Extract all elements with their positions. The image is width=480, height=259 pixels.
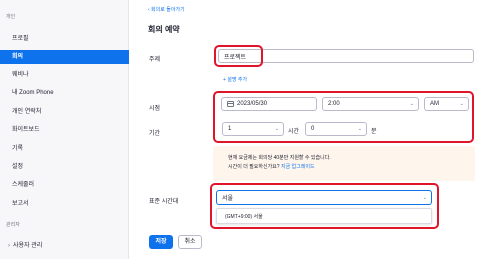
ampm-select[interactable]: AM ⌄: [424, 97, 469, 111]
topic-label: 주제: [149, 57, 161, 63]
chevron-down-icon: ⌄: [274, 126, 279, 132]
duration-label: 기간: [149, 131, 161, 137]
time-select[interactable]: 2:00 ⌄: [322, 97, 419, 111]
chevron-down-icon: ⌄: [409, 101, 414, 107]
when-label: 시점: [149, 106, 161, 112]
timezone-label: 표준 시간대: [149, 199, 179, 205]
topic-value: 프로젝트: [224, 54, 247, 61]
sidebar-item-label: 프로필: [12, 36, 29, 42]
sidebar-item-label: 사용자 관리: [13, 243, 43, 249]
chevron-down-icon: ⌄: [357, 126, 362, 132]
sidebar-item-label: 회의: [12, 54, 24, 60]
notice-text: 현재 요금제는 회의당 40분만 지원할 수 있습니다.: [228, 155, 331, 161]
sidebar-section-admin: 관리자: [6, 222, 20, 228]
page-title: 회의 예약: [148, 25, 180, 34]
sidebar-item-user-management[interactable]: › 사용자 관리: [8, 240, 42, 249]
upgrade-link[interactable]: 지금 업그레이드: [281, 164, 315, 170]
sidebar-section-personal: 개인: [6, 14, 16, 20]
add-description-link[interactable]: + 설명 추가: [223, 76, 247, 83]
ampm-value: AM: [430, 101, 439, 107]
sidebar-item-zoom-phone[interactable]: 내 Zoom Phone: [0, 86, 129, 100]
sidebar-item-label: 개인 연락처: [12, 109, 42, 115]
sidebar-item-meetings[interactable]: 회의: [0, 50, 129, 64]
cancel-button[interactable]: 취소: [178, 235, 202, 249]
sidebar-item-settings[interactable]: 설정: [0, 160, 129, 174]
topic-input[interactable]: 프로젝트: [218, 49, 474, 63]
sidebar-item-label: 보고서: [12, 201, 29, 207]
sidebar-item-webinars[interactable]: 웨비나: [0, 68, 129, 82]
sidebar-item-profile[interactable]: 프로필: [0, 32, 129, 46]
timezone-input-value: 서울: [222, 196, 234, 202]
save-button[interactable]: 저장: [149, 235, 173, 249]
chevron-right-icon: ›: [8, 243, 10, 249]
sidebar-item-personal-contacts[interactable]: 개인 연락처: [0, 105, 129, 119]
sidebar-item-label: 화이트보드: [12, 127, 40, 133]
calendar-icon: [227, 101, 234, 107]
timezone-input[interactable]: 서울 ⌄: [216, 190, 432, 205]
timezone-option[interactable]: (GMT+9:00) 서울: [216, 208, 432, 224]
time-value: 2:00: [328, 101, 340, 107]
minutes-unit: 분: [371, 129, 377, 135]
notice-text: 시간이 더 필요하신가요?: [228, 164, 280, 170]
chevron-down-icon: ⌄: [459, 101, 464, 107]
sidebar-item-recordings[interactable]: 기록: [0, 142, 129, 156]
plan-limit-notice: 현재 요금제는 회의당 40분만 지원할 수 있습니다. 시간이 더 필요하신가…: [213, 146, 475, 181]
duration-minutes-select[interactable]: 0 ⌄: [305, 122, 367, 136]
date-picker[interactable]: 2023/05/30: [221, 97, 317, 111]
sidebar: 개인 프로필 회의 웨비나 내 Zoom Phone 개인 연락처 화이트보드 …: [0, 0, 129, 259]
duration-minutes-value: 0: [311, 126, 315, 132]
sidebar-item-scheduler[interactable]: 스케줄러: [0, 178, 129, 192]
sidebar-item-label: 웨비나: [12, 72, 29, 78]
sidebar-item-label: 기록: [12, 146, 24, 152]
chevron-down-icon: ⌄: [422, 194, 427, 201]
sidebar-item-label: 내 Zoom Phone: [12, 90, 54, 96]
hours-unit: 시간: [288, 129, 300, 135]
sidebar-item-reports[interactable]: 보고서: [0, 197, 129, 211]
date-value: 2023/05/30: [237, 101, 268, 107]
back-to-meetings-link[interactable]: ‹ 회의로 돌아가기: [148, 6, 185, 13]
sidebar-item-label: 스케줄러: [12, 182, 35, 188]
sidebar-item-label: 설정: [12, 164, 24, 170]
sidebar-item-whiteboards[interactable]: 화이트보드: [0, 123, 129, 137]
duration-hours-value: 1: [228, 126, 232, 132]
duration-hours-select[interactable]: 1 ⌄: [222, 122, 284, 136]
